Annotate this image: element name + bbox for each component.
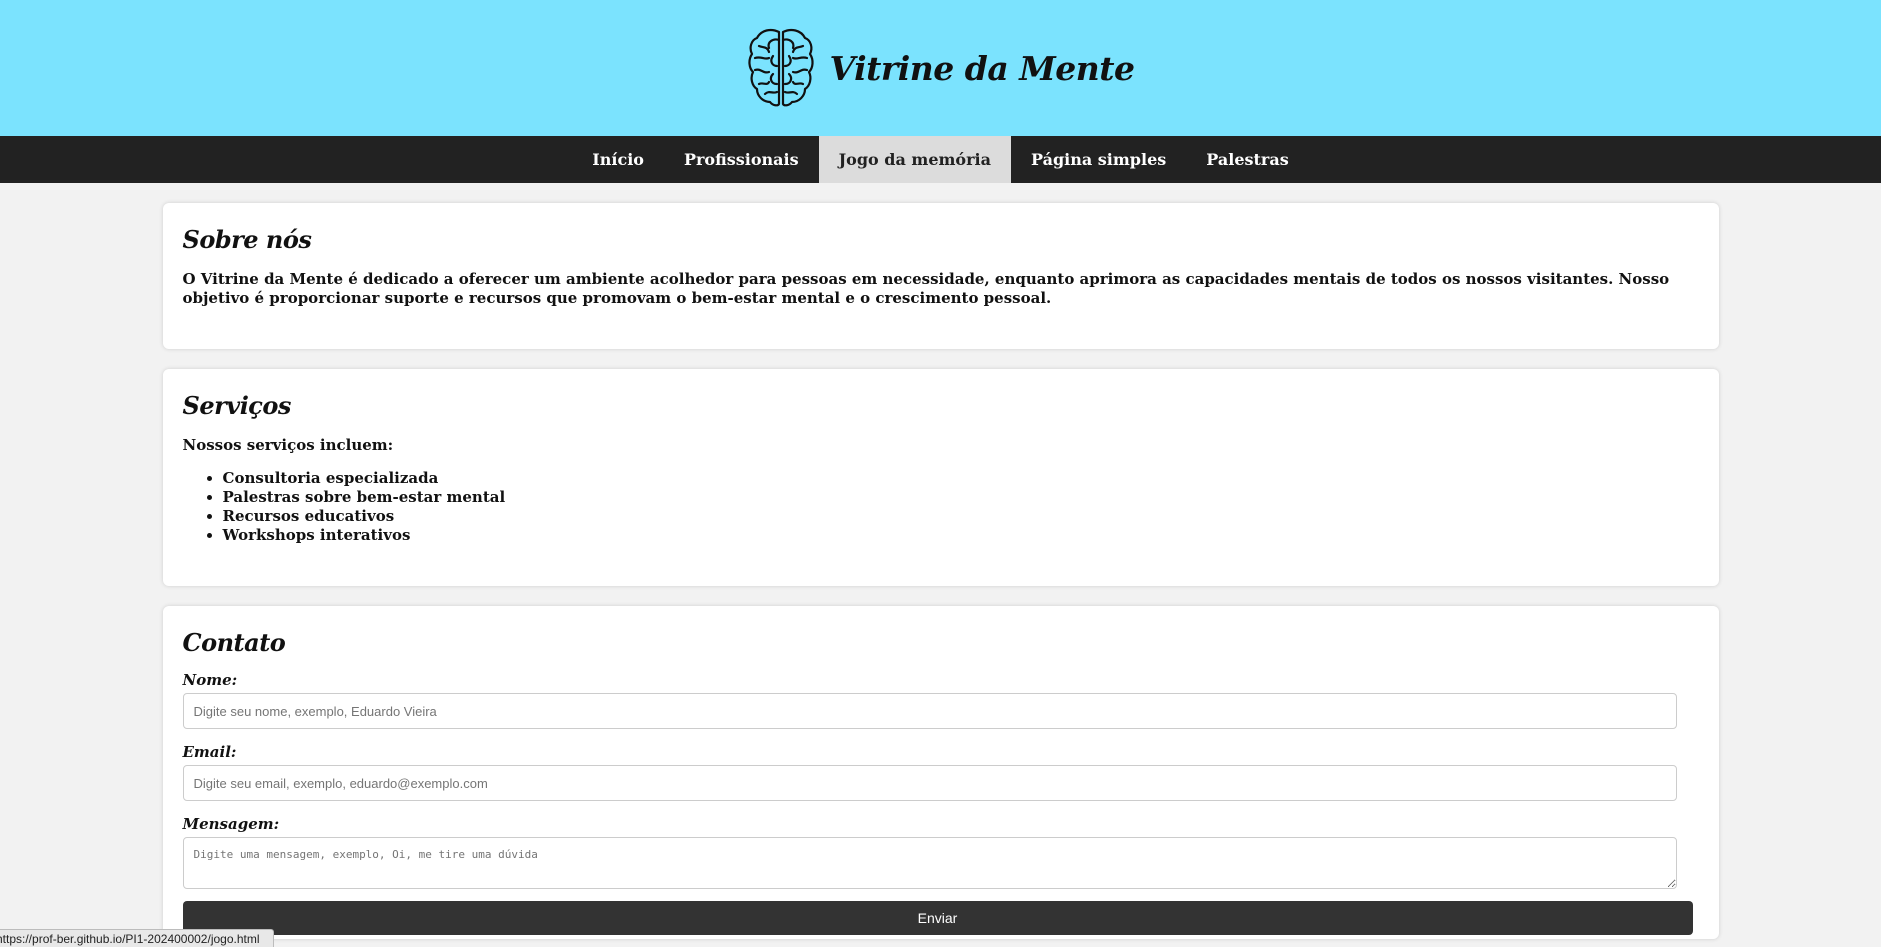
services-section: Serviços Nossos serviços incluem: Consul… <box>162 369 1719 586</box>
message-textarea[interactable] <box>182 837 1677 889</box>
email-label: Email: <box>182 743 237 761</box>
contact-section: Contato Nome: Email: Mensagem: Enviar <box>162 606 1719 939</box>
nav-item-palestras[interactable]: Palestras <box>1186 136 1308 183</box>
nav-item-inicio[interactable]: Início <box>572 136 664 183</box>
message-label: Mensagem: <box>182 815 280 833</box>
services-list: Consultoria especializada Palestras sobr… <box>183 469 1699 545</box>
services-intro: Nossos serviços incluem: <box>182 436 394 454</box>
name-input[interactable] <box>182 693 1677 729</box>
list-item: Recursos educativos <box>223 507 1699 526</box>
main-nav: Início Profissionais Jogo da memória Pág… <box>0 136 1881 183</box>
list-item: Workshops interativos <box>223 526 1699 545</box>
about-section: Sobre nós O Vitrine da Mente é dedicado … <box>162 203 1719 349</box>
list-item: Consultoria especializada <box>223 469 1699 488</box>
contact-form: Nome: Email: Mensagem: Enviar <box>182 671 1699 935</box>
about-heading: Sobre nós <box>182 225 312 254</box>
submit-button[interactable]: Enviar <box>182 901 1693 935</box>
site-title: Vitrine da Mente <box>829 48 1135 88</box>
nav-item-pagina-simples[interactable]: Página simples <box>1011 136 1186 183</box>
name-label: Nome: <box>182 671 238 689</box>
contact-heading: Contato <box>182 628 286 657</box>
link-status-url: https://prof-ber.github.io/PI1-202400002… <box>0 929 274 947</box>
site-header: Vitrine da Mente <box>0 0 1881 136</box>
services-heading: Serviços <box>182 391 292 420</box>
brain-icon <box>747 28 814 107</box>
about-text: O Vitrine da Mente é dedicado a oferecer… <box>182 270 1670 307</box>
nav-item-jogo-da-memoria[interactable]: Jogo da memória <box>818 136 1011 183</box>
email-input[interactable] <box>182 765 1677 801</box>
main-content: Sobre nós O Vitrine da Mente é dedicado … <box>162 183 1719 939</box>
list-item: Palestras sobre bem-estar mental <box>223 488 1699 507</box>
brand: Vitrine da Mente <box>747 26 1135 110</box>
nav-item-profissionais[interactable]: Profissionais <box>664 136 819 183</box>
